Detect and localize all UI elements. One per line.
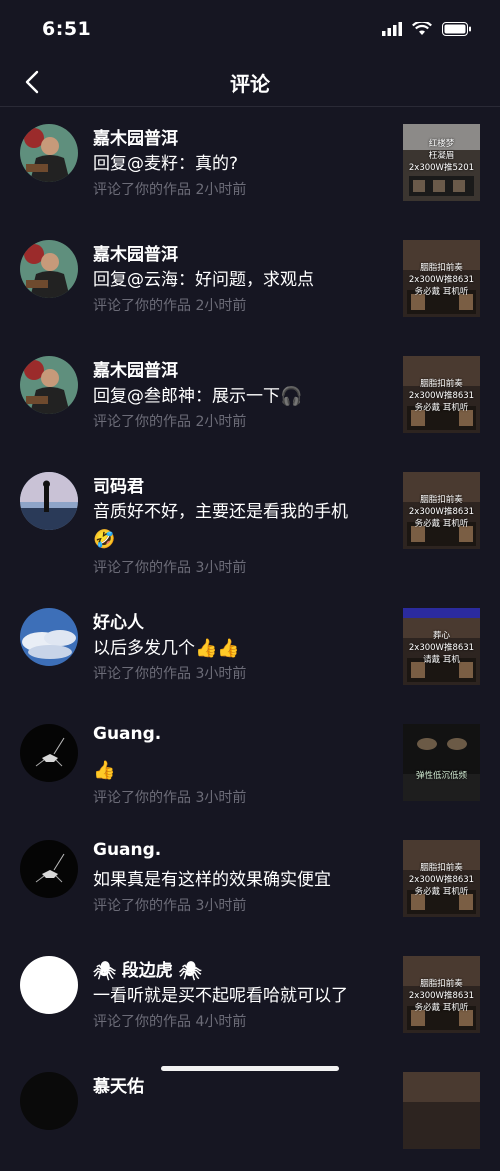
thumbnail-caption: 胭脂扣前奏 2x300W推8631 务必戴 耳机听 [408, 979, 475, 1013]
avatar[interactable] [20, 956, 78, 1014]
comment-text: 以后多发几个👍👍 [93, 635, 383, 663]
avatar[interactable] [20, 240, 78, 298]
video-thumbnail[interactable]: 红楼梦 枉凝眉 2x300W推5201 [403, 124, 480, 201]
battery-icon [442, 22, 471, 36]
comment-meta: 评论了你的作品 3小时前 [93, 560, 247, 576]
comment-row[interactable]: 司码君 音质好不好，主要还是看我的手机 🤣 评论了你的作品 3小时前 胭脂扣前奏 … [0, 455, 500, 576]
thumbnail-caption: 红楼梦 枉凝眉 2x300W推5201 [408, 139, 475, 173]
commenter-name[interactable]: 嘉木园普洱 [93, 240, 178, 265]
comment-row[interactable]: 嘉木园普洱 回复@麦籽：真的? 评论了你的作品 2小时前 红楼梦 枉凝眉 2x3… [0, 107, 500, 223]
comment-meta: 评论了你的作品 3小时前 [93, 898, 247, 914]
video-thumbnail[interactable]: 胭脂扣前奏 2x300W推8631 务必戴 耳机听 [403, 956, 480, 1033]
commenter-name[interactable]: 嘉木园普洱 [93, 356, 178, 381]
comment-meta: 评论了你的作品 3小时前 [93, 790, 247, 806]
comment-row[interactable]: Guang. 如果真是有这样的效果确实便宜 评论了你的作品 3小时前 胭脂扣前奏… [0, 823, 500, 939]
home-indicator[interactable] [161, 1066, 339, 1071]
comment-text: 回复@麦籽：真的? [93, 154, 239, 174]
comment-meta: 评论了你的作品 4小时前 [93, 1014, 247, 1030]
spider-icon: 🕷 [178, 960, 202, 982]
status-icons [382, 22, 472, 36]
status-bar: 6:51 [0, 0, 500, 58]
comment-row[interactable]: 嘉木园普洱 回复@云海：好问题，求观点 评论了你的作品 2小时前 胭脂扣前奏 2… [0, 223, 500, 339]
avatar[interactable] [20, 724, 78, 782]
avatar[interactable] [20, 840, 78, 898]
avatar[interactable] [20, 356, 78, 414]
comment-text: 一看听就是买不起呢看哈就可以了 [93, 986, 348, 1006]
thumbnail-caption: 胭脂扣前奏 2x300W推8631 务必戴 耳机听 [408, 863, 475, 897]
video-thumbnail[interactable]: 葬心 2x300W推8631 请戴 耳机 [403, 608, 480, 685]
avatar[interactable] [20, 608, 78, 666]
avatar[interactable] [20, 124, 78, 182]
comment-row[interactable]: Guang. 👍 评论了你的作品 3小时前 弹性低沉低频 [0, 707, 500, 823]
commenter-name[interactable]: 好心人 [93, 608, 144, 633]
comment-row[interactable]: 好心人 以后多发几个👍👍 评论了你的作品 3小时前 葬心 2x300W推8631… [0, 591, 500, 707]
commenter-name[interactable]: 司码君 [93, 472, 144, 497]
comment-meta: 评论了你的作品 3小时前 [93, 666, 247, 682]
video-thumbnail[interactable]: 胭脂扣前奏 2x300W推8631 务必戴 耳机听 [403, 472, 480, 549]
commenter-name[interactable]: 慕天佑 [93, 1072, 144, 1097]
comment-text: 回复@叁郎神：展示一下🎧 [93, 383, 383, 411]
comment-text: 音质好不好，主要还是看我的手机 🤣 [93, 499, 383, 554]
thumbnail-caption: 胭脂扣前奏 2x300W推8631 务必戴 耳机听 [408, 495, 475, 529]
video-thumbnail[interactable] [403, 1072, 480, 1149]
thumbnail-caption: 弹性低沉低频 [415, 771, 467, 781]
comment-text: 👍 [93, 757, 383, 785]
video-thumbnail[interactable]: 胭脂扣前奏 2x300W推8631 务必戴 耳机听 [403, 840, 480, 917]
wifi-icon [412, 22, 432, 35]
page-title: 评论 [230, 72, 270, 96]
thumbs-up-icon: 👍 [93, 760, 116, 781]
status-time: 6:51 [42, 18, 92, 40]
headphones-icon: 🎧 [280, 386, 303, 407]
commenter-name[interactable]: 🕷 段边虎 🕷 [93, 956, 202, 982]
thumbs-up-icon: 👍👍 [195, 638, 240, 659]
thumbnail-caption: 胭脂扣前奏 2x300W推8631 务必戴 耳机听 [408, 263, 475, 297]
comment-row[interactable]: 🕷 段边虎 🕷 一看听就是买不起呢看哈就可以了 评论了你的作品 4小时前 胭脂扣… [0, 939, 500, 1055]
commenter-name[interactable]: Guang. [93, 840, 161, 860]
thumbnail-caption: 葬心 2x300W推8631 请戴 耳机 [408, 631, 475, 665]
thumbnail-caption: 胭脂扣前奏 2x300W推8631 务必戴 耳机听 [408, 379, 475, 413]
video-thumbnail[interactable]: 胭脂扣前奏 2x300W推8631 务必戴 耳机听 [403, 356, 480, 433]
avatar[interactable] [20, 472, 78, 530]
video-thumbnail[interactable]: 胭脂扣前奏 2x300W推8631 务必戴 耳机听 [403, 240, 480, 317]
comment-meta: 评论了你的作品 2小时前 [93, 182, 247, 198]
commenter-name[interactable]: 嘉木园普洱 [93, 124, 178, 149]
comment-row[interactable]: 慕天佑 [0, 1055, 500, 1171]
nav-bar: 评论 [0, 58, 500, 107]
signal-icon [382, 22, 402, 36]
video-thumbnail[interactable]: 弹性低沉低频 [403, 724, 480, 801]
comment-text: 如果真是有这样的效果确实便宜 [93, 870, 331, 890]
spider-icon: 🕷 [93, 960, 116, 982]
comment-row[interactable]: 嘉木园普洱 回复@叁郎神：展示一下🎧 评论了你的作品 2小时前 胭脂扣前奏 2x… [0, 339, 500, 455]
comment-meta: 评论了你的作品 2小时前 [93, 298, 247, 314]
avatar[interactable] [20, 1072, 78, 1130]
comment-meta: 评论了你的作品 2小时前 [93, 414, 247, 430]
commenter-name[interactable]: Guang. [93, 724, 161, 744]
comment-text: 回复@云海：好问题，求观点 [93, 270, 314, 290]
laughing-emoji-icon: 🤣 [93, 529, 116, 550]
